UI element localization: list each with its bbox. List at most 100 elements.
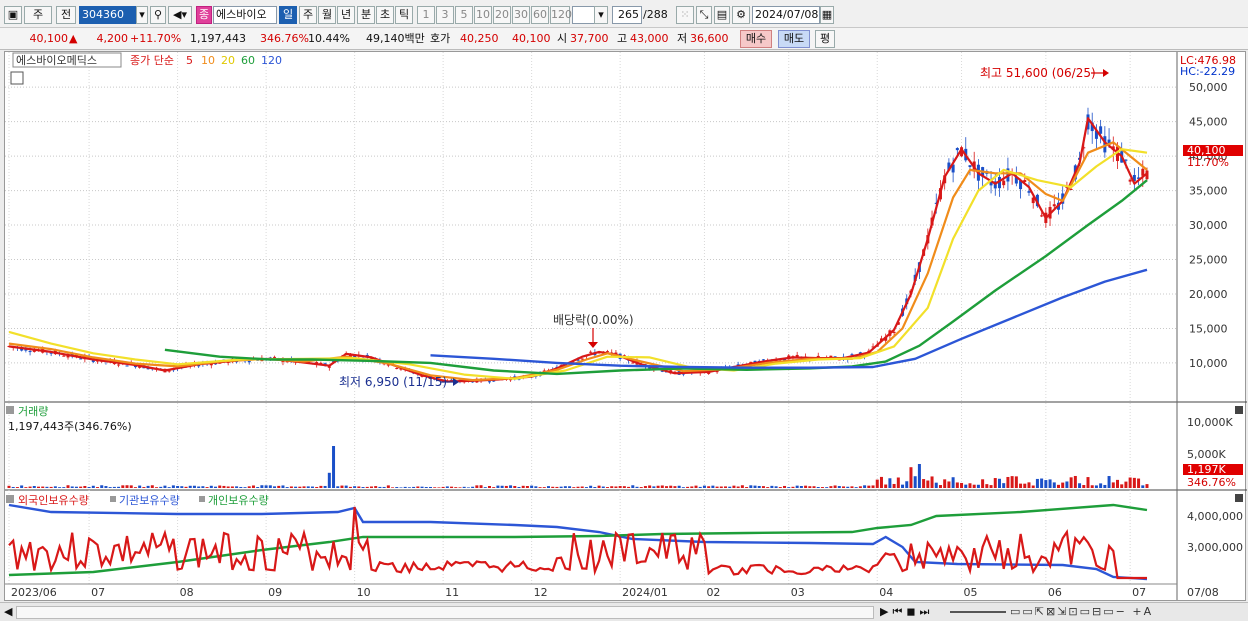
volume-bar — [589, 485, 593, 488]
search-icon[interactable]: ⚲ — [150, 6, 166, 24]
volume-bar — [981, 479, 985, 488]
candle — [62, 355, 66, 357]
period-day[interactable]: 일 — [279, 6, 297, 24]
x-right-label: 07/08 — [1187, 586, 1219, 599]
interval-dropdown-icon[interactable]: ▾ — [594, 6, 608, 24]
interval-120[interactable]: 120 — [550, 6, 572, 24]
period-month[interactable]: 월 — [318, 6, 336, 24]
volume-bar — [1111, 482, 1115, 488]
gear-icon[interactable]: ⚙ — [732, 6, 750, 24]
volume-close-icon[interactable] — [1235, 406, 1243, 414]
candle — [1128, 179, 1132, 182]
volume-bar — [32, 486, 36, 488]
scroll-track[interactable] — [16, 606, 874, 619]
volume-bar — [534, 486, 538, 488]
interval-1[interactable]: 1 — [417, 6, 435, 24]
volume-bar — [1052, 482, 1056, 488]
period-second[interactable]: 초 — [376, 6, 394, 24]
interval-5[interactable]: 5 — [455, 6, 473, 24]
ma5-label: 5 — [186, 54, 193, 67]
buy-button[interactable]: 매수 — [740, 30, 772, 48]
volume-bar — [660, 485, 664, 488]
volume-bar — [985, 484, 989, 488]
period-year[interactable]: 년 — [337, 6, 355, 24]
volume-bar — [812, 486, 816, 488]
x-tick-label: 2023/06 — [11, 586, 57, 599]
ma-label: 종가 단순 — [130, 54, 174, 67]
volume-bar — [386, 485, 390, 488]
zoom-slider[interactable] — [950, 611, 1006, 613]
x-tick-label: 09 — [268, 586, 282, 599]
volume-bar — [28, 486, 32, 488]
volume-bar — [395, 487, 399, 488]
bottom-scrollbar[interactable]: ◀ ▶⏮◼⏭ ▭▭⇱⊠⇲⊡▭⊟▭− +A — [0, 602, 1248, 621]
volume-bar — [171, 485, 175, 488]
volume-bar — [108, 487, 112, 488]
volume-bar — [1082, 485, 1086, 488]
volume-bar — [968, 483, 972, 488]
all-select[interactable]: 전 — [56, 6, 76, 24]
volume-bar — [901, 484, 905, 488]
scroll-left-icon[interactable]: ◀ — [4, 605, 12, 618]
volume-bar — [399, 487, 403, 488]
volume-bar — [1090, 485, 1094, 488]
volume-bar — [576, 486, 580, 488]
volume-bar — [268, 485, 272, 488]
y-tick-label: 35,000 — [1189, 185, 1228, 198]
code-dropdown-icon[interactable]: ▾ — [136, 6, 148, 24]
stock-code-input[interactable]: 304360 — [79, 6, 137, 24]
volume-bar — [770, 485, 774, 488]
volume-bar — [500, 485, 504, 488]
table-toggle-icon[interactable] — [10, 71, 24, 85]
volume-bar — [441, 486, 445, 488]
evaluate-button[interactable]: 평 — [815, 30, 835, 48]
volume-bar — [690, 486, 694, 488]
period-tick[interactable]: 틱 — [395, 6, 413, 24]
y-tick-label: 45,000 — [1189, 116, 1228, 129]
volume-bar — [1040, 478, 1044, 488]
volume-bar — [243, 487, 247, 488]
interval-3[interactable]: 3 — [436, 6, 454, 24]
volume-bar — [698, 486, 702, 488]
interval-30[interactable]: 30 — [512, 6, 530, 24]
volume-bar — [1137, 478, 1141, 488]
volume-bar — [428, 486, 432, 488]
x-tick-label: 10 — [357, 586, 371, 599]
volume-bar — [458, 487, 462, 488]
sell-button[interactable]: 매도 — [778, 30, 810, 48]
draw-icon[interactable]: ⤡ — [696, 6, 712, 24]
volume-bar — [778, 487, 782, 488]
save-icon[interactable]: ▤ — [714, 6, 730, 24]
volume-bar — [100, 485, 104, 488]
view-count-input[interactable]: 265 — [612, 6, 642, 24]
volume-bar — [133, 487, 137, 488]
tool-icons[interactable]: ▭▭⇱⊠⇲⊡▭⊟▭− +A — [1010, 605, 1153, 618]
grid-icon[interactable]: ⁙ — [676, 6, 694, 24]
volume-bar — [521, 485, 525, 488]
date-input[interactable]: 2024/07/08 — [752, 6, 820, 24]
market-select[interactable]: 주 — [24, 6, 52, 24]
ma120-label: 120 — [261, 54, 282, 67]
interval-20[interactable]: 20 — [493, 6, 511, 24]
speaker-icon[interactable]: ◀▾ — [168, 6, 192, 24]
holding-close-icon[interactable] — [1235, 494, 1243, 502]
ma20-label: 20 — [221, 54, 235, 67]
volume-bar — [879, 476, 883, 488]
ma60-label: 60 — [241, 54, 255, 67]
interval-10[interactable]: 10 — [474, 6, 492, 24]
layout-icon[interactable]: ▣ — [4, 6, 22, 24]
volume-bar — [20, 485, 24, 488]
playback-controls[interactable]: ▶⏮◼⏭ — [880, 605, 933, 619]
volume-bar — [960, 482, 964, 488]
volume-bar — [357, 486, 361, 488]
volume-bar — [462, 486, 466, 488]
volume-bar — [724, 486, 728, 488]
calendar-icon[interactable]: ▦ — [820, 6, 834, 24]
period-week[interactable]: 주 — [299, 6, 317, 24]
interval-60[interactable]: 60 — [531, 6, 549, 24]
volume-bar — [572, 487, 576, 488]
period-minute[interactable]: 분 — [357, 6, 375, 24]
volume-bar — [1145, 484, 1149, 488]
volume-bar — [816, 487, 820, 488]
volume-bar — [833, 485, 837, 488]
